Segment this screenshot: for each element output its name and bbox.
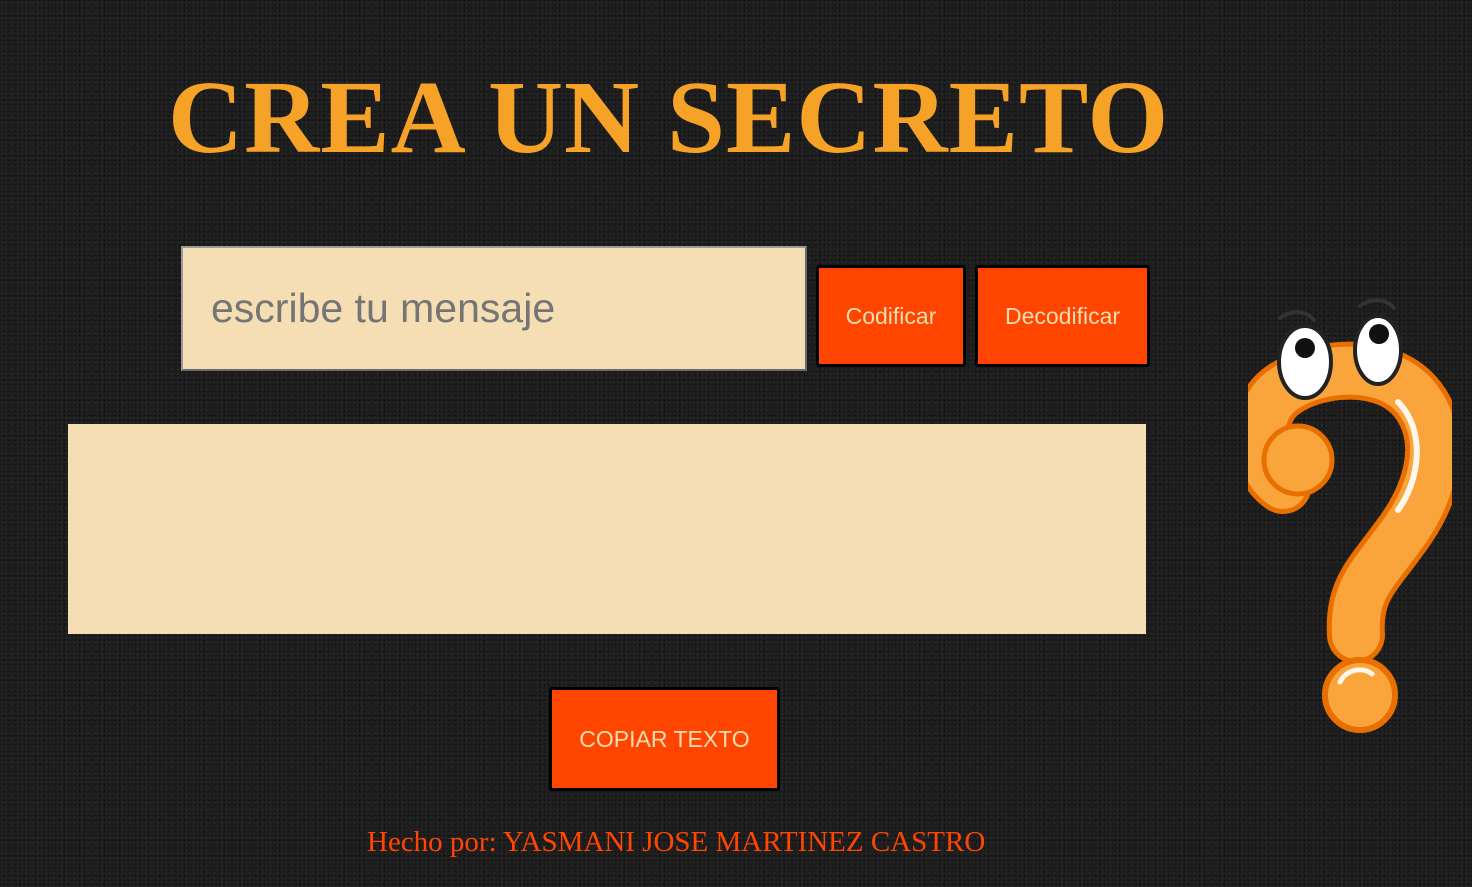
- decode-button[interactable]: Decodificar: [975, 265, 1150, 367]
- copy-text-button[interactable]: COPIAR TEXTO: [549, 687, 780, 791]
- question-mark-with-eyes-icon: [1248, 298, 1452, 733]
- encode-button[interactable]: Codificar: [816, 265, 966, 367]
- output-text-area: [68, 424, 1146, 634]
- message-input[interactable]: [181, 246, 807, 371]
- page-title: CREA UN SECRETO: [168, 60, 1170, 175]
- footer-credit: Hecho por: YASMANI JOSE MARTINEZ CASTRO: [367, 826, 986, 858]
